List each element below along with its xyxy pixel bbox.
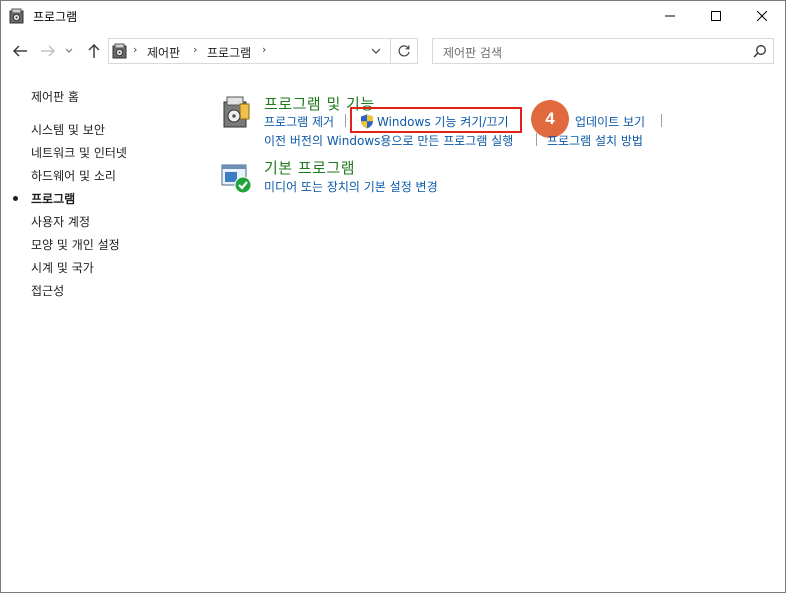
sidebar-item-network-internet[interactable]: 네트워크 및 인터넷 [31,144,127,161]
navigation-bar: › 제어판 › 프로그램 › 제어판 검색 [1,31,785,71]
arrow-right-icon [41,45,55,57]
breadcrumb-programs[interactable]: 프로그램 [207,44,251,61]
refresh-button[interactable] [390,39,417,63]
programs-features-icon[interactable] [221,95,255,129]
search-placeholder: 제어판 검색 [443,46,503,60]
search-box[interactable]: 제어판 검색 [432,38,774,64]
window-title: 프로그램 [33,10,78,24]
arrow-left-icon [13,45,27,57]
sidebar-item-hardware-sound[interactable]: 하드웨어 및 소리 [31,167,116,184]
minimize-button[interactable] [647,1,693,31]
default-programs-title[interactable]: 기본 프로그램 [264,157,355,178]
programs-folder-icon [112,43,128,59]
title-bar[interactable]: 프로그램 [1,1,785,31]
sidebar-item-programs[interactable]: 프로그램 [31,190,75,207]
sidebar-control-panel-home[interactable]: 제어판 홈 [31,88,79,105]
up-button[interactable] [83,39,105,63]
close-button[interactable] [739,1,785,31]
sidebar-item-accessibility[interactable]: 접근성 [31,282,64,299]
sidebar-item-clock-region[interactable]: 시계 및 국가 [31,259,94,276]
maximize-button[interactable] [693,1,739,31]
address-dropdown-button[interactable] [365,41,387,61]
forward-button[interactable] [37,39,59,63]
sidebar-item-user-accounts[interactable]: 사용자 계정 [31,213,90,230]
link-separator [345,114,346,127]
chevron-down-icon [65,48,73,53]
link-separator [536,133,537,146]
default-programs-icon[interactable] [221,163,255,197]
sidebar-item-system-security[interactable]: 시스템 및 보안 [31,121,105,138]
programs-app-icon [9,8,25,24]
change-media-defaults-link[interactable]: 미디어 또는 장치의 기본 설정 변경 [264,178,438,195]
control-panel-window: 프로그램 › 제어판 › 프로그램 › 제어판 검색 제어판 홈 시스템 및 보… [0,0,786,593]
link-separator [661,114,662,127]
sidebar-item-appearance[interactable]: 모양 및 개인 설정 [31,236,120,253]
address-bar[interactable]: › 제어판 › 프로그램 › [108,38,418,64]
step-number: 4 [545,109,555,128]
back-button[interactable] [9,39,31,63]
chevron-down-icon [371,48,381,54]
step-highlight-box [350,107,522,133]
breadcrumb-control-panel[interactable]: 제어판 [147,44,180,61]
breadcrumb-separator-icon[interactable]: › [262,43,266,56]
uninstall-program-link[interactable]: 프로그램 제거 [264,113,334,130]
breadcrumb-separator-icon[interactable]: › [133,43,137,56]
breadcrumb-separator-icon[interactable]: › [193,43,197,56]
search-icon[interactable] [753,44,767,58]
arrow-up-icon [88,44,100,58]
recent-locations-button[interactable] [62,39,76,63]
refresh-icon [398,45,410,57]
how-to-install-link[interactable]: 프로그램 설치 방법 [547,132,643,149]
active-item-bullet [13,196,18,201]
view-installed-updates-link[interactable]: 업데이트 보기 [575,113,645,130]
run-older-programs-link[interactable]: 이전 버전의 Windows용으로 만든 프로그램 실행 [264,132,513,149]
